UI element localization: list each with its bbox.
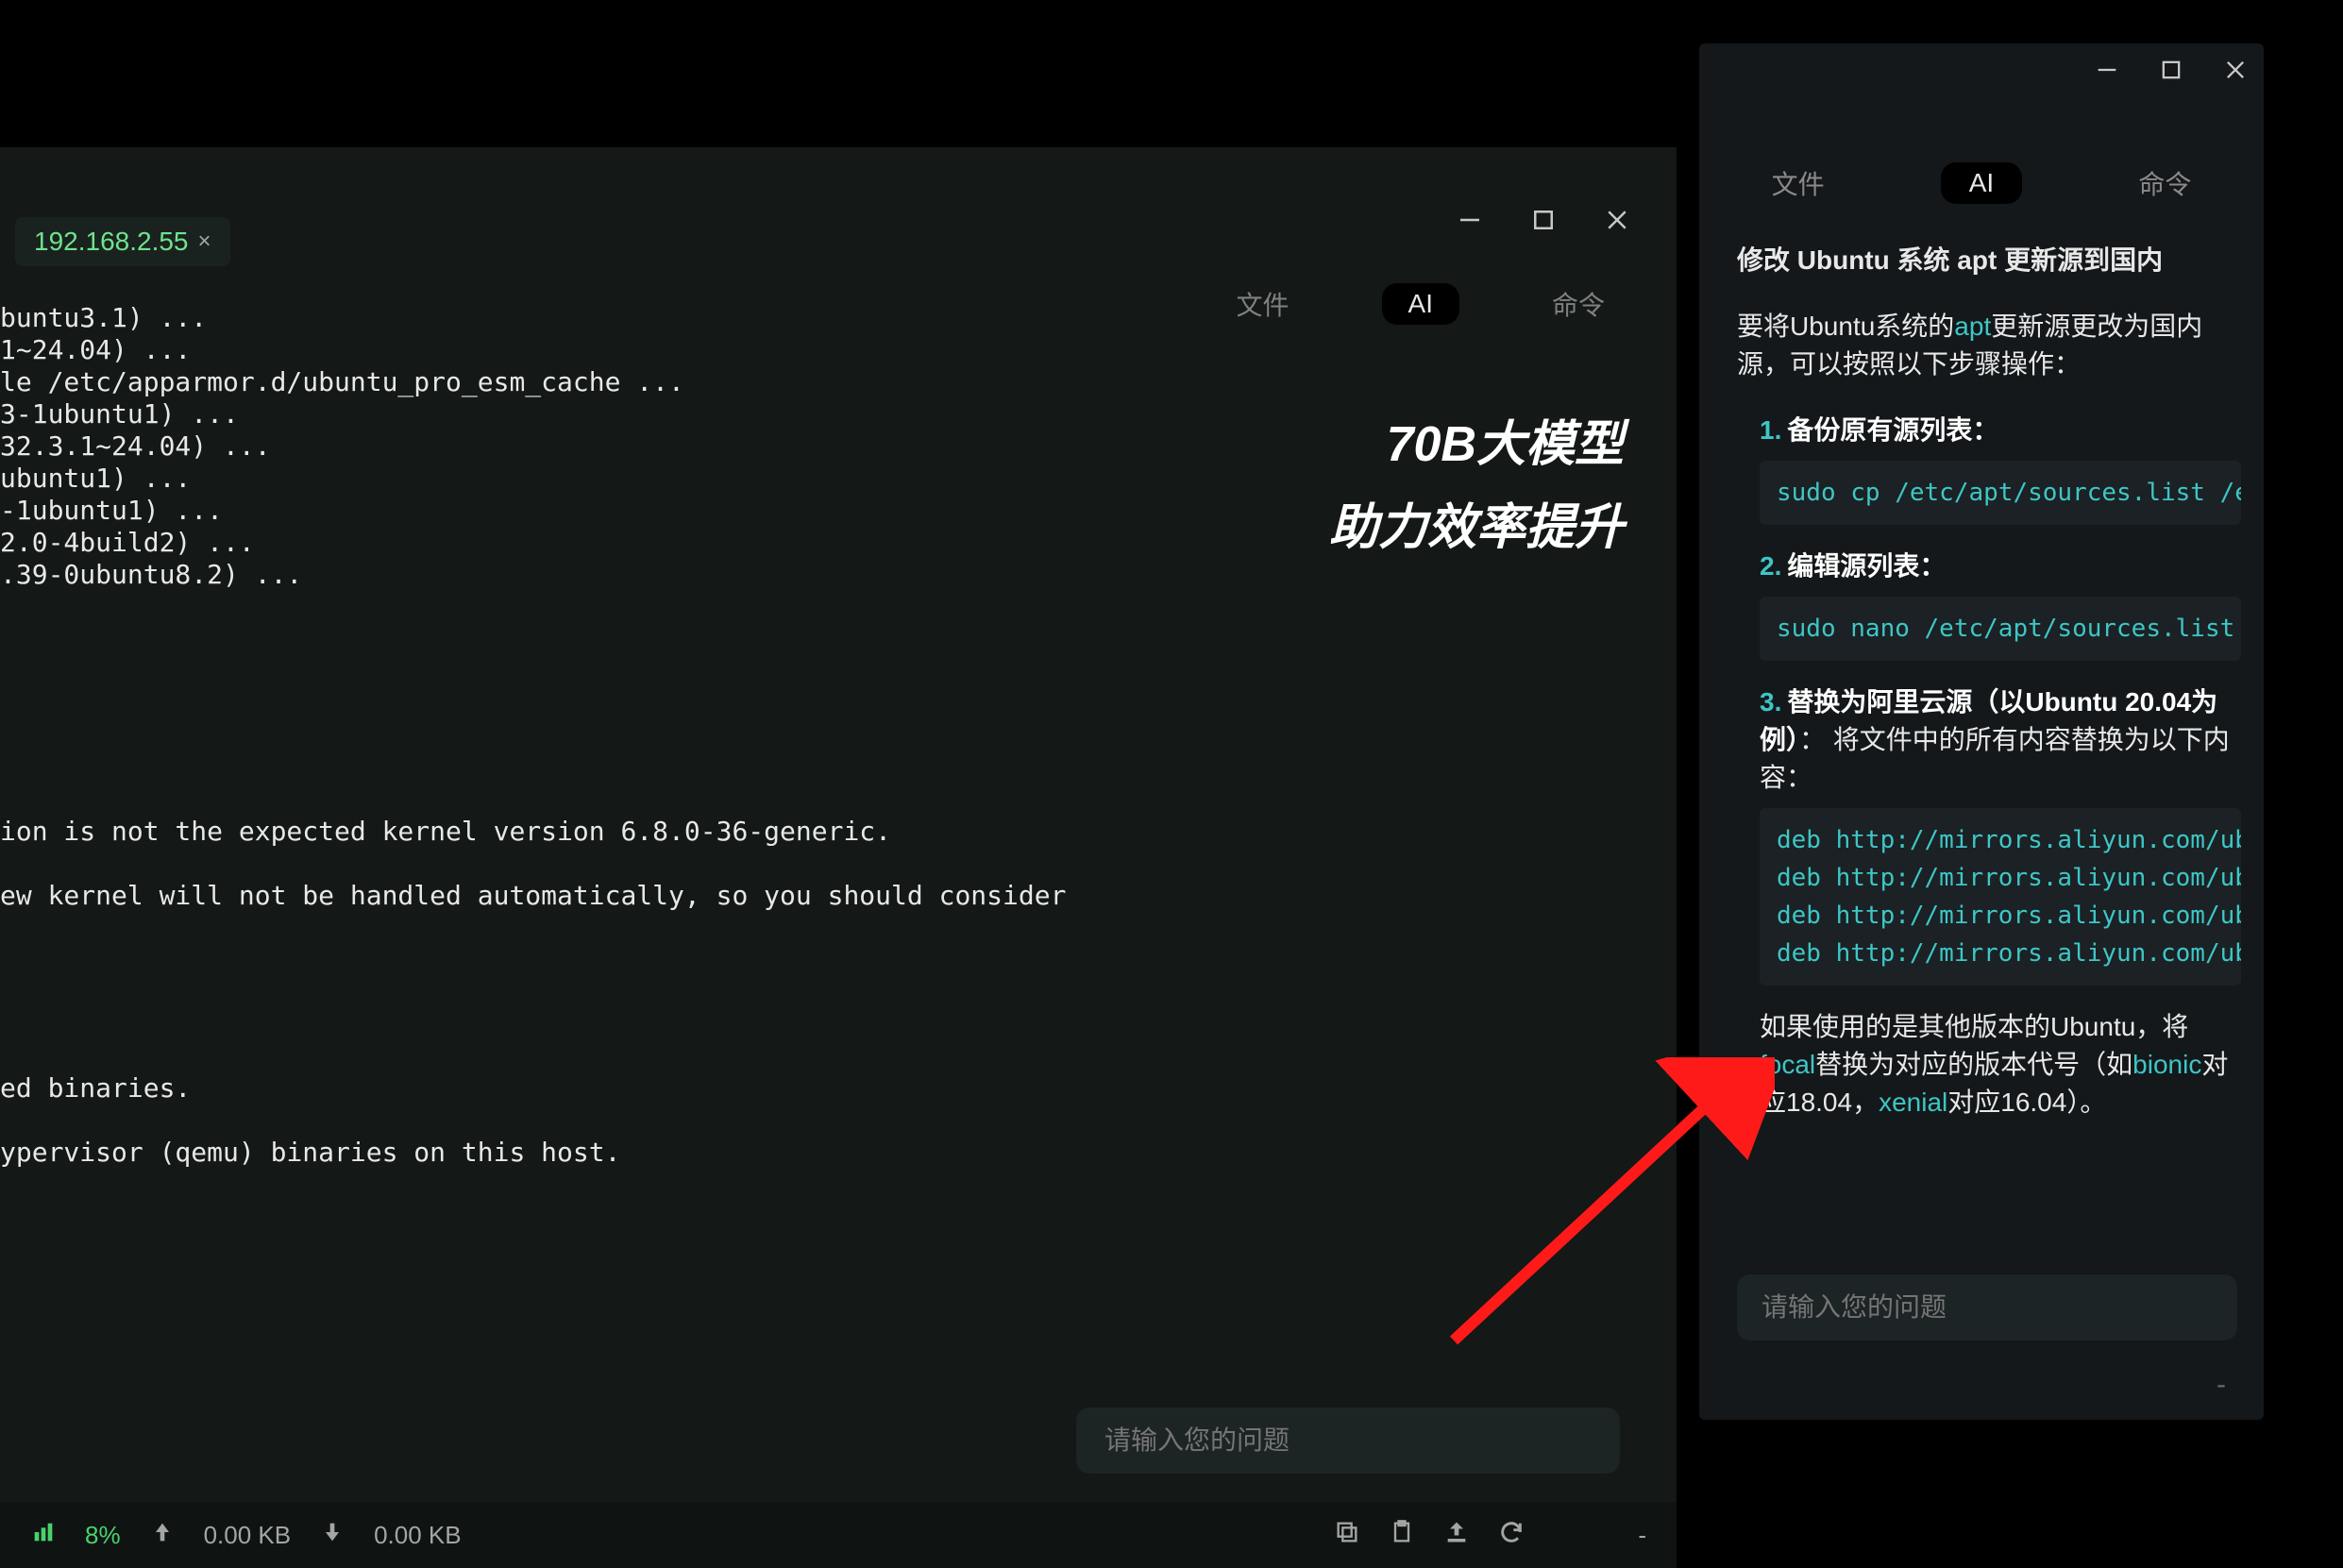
terminal-line: 3-1ubuntu1) ... bbox=[0, 398, 1677, 430]
terminal-line bbox=[0, 591, 1677, 623]
host-tab-bar: 192.168.2.55 × bbox=[15, 217, 230, 266]
refresh-icon[interactable] bbox=[1498, 1519, 1525, 1552]
terminal-line bbox=[0, 976, 1677, 1008]
steps-list: 1.备份原有源列表： sudo cp /etc/apt/sources.list… bbox=[1737, 412, 2241, 1121]
ai-prompt-input-left[interactable] bbox=[1076, 1408, 1620, 1474]
step-2: 2.编辑源列表： sudo nano /etc/apt/sources.list bbox=[1737, 548, 2241, 661]
terminal-line bbox=[0, 1008, 1677, 1040]
terminal-output[interactable]: buntu3.1) ...1~24.04) ...le /etc/apparmo… bbox=[0, 298, 1677, 1485]
code-block[interactable]: deb http://mirrors.aliyun.com/ubu deb ht… bbox=[1760, 808, 2241, 986]
header-strip bbox=[0, 0, 1677, 147]
host-tab[interactable]: 192.168.2.55 × bbox=[15, 217, 230, 266]
terminal-line bbox=[0, 1104, 1677, 1137]
status-dash: - bbox=[1638, 1521, 1646, 1550]
ai-response: 修改 Ubuntu 系统 apt 更新源到国内 要将Ubuntu系统的apt更新… bbox=[1737, 242, 2241, 1242]
terminal-window: 192.168.2.55 × 文件 AI 命令 70B大模型 助力效率提升 bu… bbox=[0, 0, 1677, 1568]
tab-file[interactable]: 文件 bbox=[1744, 159, 1853, 208]
close-icon[interactable] bbox=[1603, 206, 1631, 239]
host-tab-label: 192.168.2.55 bbox=[34, 227, 189, 257]
ai-prompt-field[interactable] bbox=[1103, 1425, 1593, 1457]
code-block[interactable]: sudo nano /etc/apt/sources.list bbox=[1760, 597, 2241, 661]
terminal-line bbox=[0, 655, 1677, 687]
terminal-line: 1~24.04) ... bbox=[0, 334, 1677, 366]
terminal-line: buntu3.1) ... bbox=[0, 302, 1677, 334]
download-icon bbox=[319, 1519, 346, 1552]
step-1: 1.备份原有源列表： sudo cp /etc/apt/sources.list… bbox=[1737, 412, 2241, 525]
footer-dash: - bbox=[2217, 1369, 2226, 1401]
upload-file-icon[interactable] bbox=[1443, 1519, 1470, 1552]
copy-icon[interactable] bbox=[1334, 1519, 1360, 1552]
terminal-line: -1ubuntu1) ... bbox=[0, 495, 1677, 527]
step-3: 3.替换为阿里云源（以Ubuntu 20.04为例）： 将文件中的所有内容替换为… bbox=[1737, 683, 2241, 1121]
ai-prompt-field[interactable] bbox=[1760, 1291, 2215, 1324]
chart-icon bbox=[30, 1519, 57, 1552]
terminal-line bbox=[0, 719, 1677, 751]
ai-prompt-input-right[interactable] bbox=[1737, 1274, 2237, 1340]
response-intro: 要将Ubuntu系统的apt更新源更改为国内源，可以按照以下步骤操作： bbox=[1737, 308, 2241, 383]
cpu-value: 8% bbox=[85, 1521, 121, 1550]
terminal-line: ypervisor (qemu) binaries on this host. bbox=[0, 1137, 1677, 1169]
version-note: 如果使用的是其他版本的Ubuntu，将focal替换为对应的版本代号（如bion… bbox=[1760, 1008, 2241, 1121]
code-block[interactable]: sudo cp /etc/apt/sources.list /etc/ bbox=[1760, 461, 2241, 525]
terminal-line: le /etc/apparmor.d/ubuntu_pro_esm_cache … bbox=[0, 366, 1677, 398]
download-value: 0.00 KB bbox=[374, 1521, 462, 1550]
terminal-line: ew kernel will not be handled automatica… bbox=[0, 880, 1677, 912]
terminal-line bbox=[0, 623, 1677, 655]
window-controls bbox=[1456, 206, 1631, 239]
response-title: 修改 Ubuntu 系统 apt 更新源到国内 bbox=[1737, 242, 2241, 279]
terminal-line: .39-0ubuntu8.2) ... bbox=[0, 559, 1677, 591]
tab-close-icon[interactable]: × bbox=[198, 228, 211, 255]
terminal-line: ion is not the expected kernel version 6… bbox=[0, 816, 1677, 848]
upload-icon bbox=[149, 1519, 176, 1552]
minimize-icon[interactable] bbox=[2094, 57, 2120, 88]
ai-assistant-panel: 文件 AI 命令 修改 Ubuntu 系统 apt 更新源到国内 要将Ubunt… bbox=[1699, 43, 2264, 1420]
maximize-icon[interactable] bbox=[1529, 206, 1558, 239]
terminal-line bbox=[0, 784, 1677, 816]
terminal-line bbox=[0, 1040, 1677, 1072]
tab-cmd[interactable]: 命令 bbox=[2110, 159, 2219, 208]
upload-value: 0.00 KB bbox=[204, 1521, 292, 1550]
terminal-line bbox=[0, 912, 1677, 944]
paste-icon[interactable] bbox=[1389, 1519, 1415, 1552]
terminal-line bbox=[0, 944, 1677, 976]
terminal-line: ubuntu1) ... bbox=[0, 463, 1677, 495]
terminal-line bbox=[0, 848, 1677, 880]
tab-ai[interactable]: AI bbox=[1941, 162, 2022, 204]
close-icon[interactable] bbox=[2222, 57, 2249, 88]
terminal-line: 2.0-4build2) ... bbox=[0, 527, 1677, 559]
terminal-line bbox=[0, 687, 1677, 719]
status-bar: 8% 0.00 KB 0.00 KB - bbox=[0, 1502, 1677, 1568]
panel-tabs: 文件 AI 命令 bbox=[1699, 159, 2264, 208]
maximize-icon[interactable] bbox=[2158, 57, 2184, 88]
panel-window-controls bbox=[2094, 57, 2249, 88]
terminal-line bbox=[0, 751, 1677, 784]
terminal-line: ed binaries. bbox=[0, 1072, 1677, 1104]
terminal-line: 32.3.1~24.04) ... bbox=[0, 430, 1677, 463]
minimize-icon[interactable] bbox=[1456, 206, 1484, 239]
